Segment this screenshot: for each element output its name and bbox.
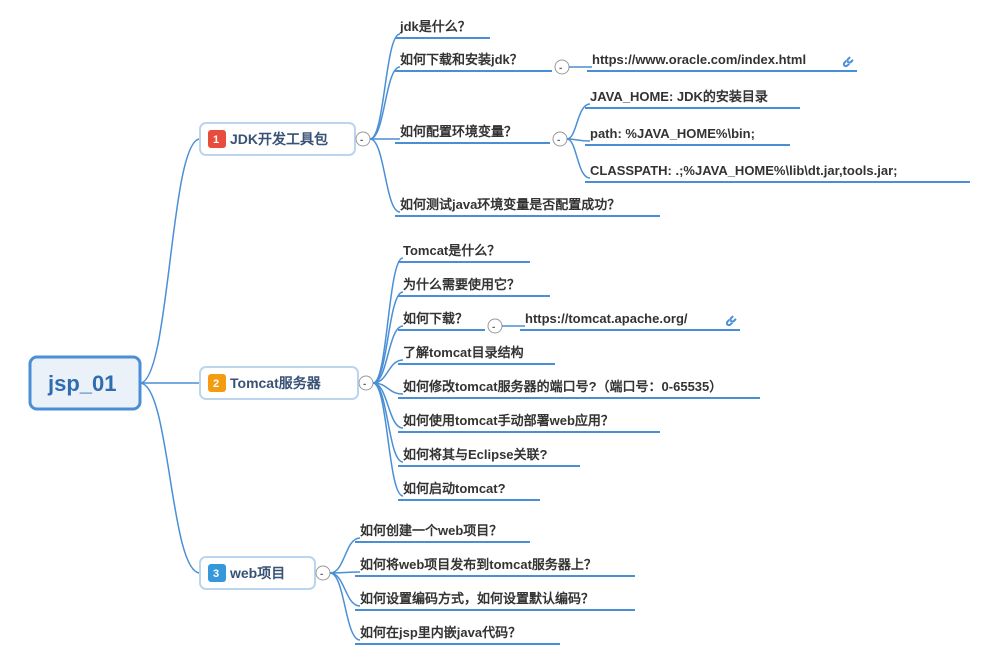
leaf[interactable]: 如何修改tomcat服务器的端口号?（端口号：0-65535） — [403, 379, 722, 394]
svg-text:-: - — [320, 569, 323, 580]
leaf[interactable]: 如何在jsp里内嵌java代码？ — [360, 625, 521, 640]
leaf-link[interactable]: https://tomcat.apache.org/ — [525, 311, 688, 326]
leaf[interactable]: 如何设置编码方式，如何设置默认编码？ — [360, 591, 594, 606]
svg-text:-: - — [492, 322, 495, 333]
badge-1-num: 1 — [213, 134, 219, 146]
link-icon — [725, 315, 737, 327]
svg-text:-: - — [360, 135, 363, 146]
leaf[interactable]: jdk是什么？ — [399, 19, 471, 34]
badge-3-num: 3 — [213, 568, 219, 580]
leaf[interactable]: 如何将web项目发布到tomcat服务器上？ — [360, 557, 597, 572]
leaf[interactable]: 为什么需要使用它？ — [403, 277, 520, 292]
badge-2-num: 2 — [213, 378, 219, 390]
leaf[interactable]: 如何启动tomcat? — [403, 481, 506, 496]
root-label: jsp_01 — [47, 371, 117, 396]
branch-2-label: Tomcat服务器 — [230, 375, 322, 391]
leaf[interactable]: CLASSPATH: .;%JAVA_HOME%\lib\dt.jar,tool… — [590, 163, 897, 178]
leaf[interactable]: 如何下载和安装jdk？ — [400, 52, 523, 67]
svg-text:-: - — [557, 135, 560, 146]
connector — [140, 383, 200, 573]
svg-text:-: - — [559, 63, 562, 74]
link-icon — [842, 56, 854, 68]
leaf[interactable]: 了解tomcat目录结构 — [403, 345, 524, 360]
branch-1-label: JDK开发工具包 — [230, 131, 328, 147]
leaf[interactable]: 如何将其与Eclipse关联? — [403, 447, 548, 462]
branch-3-label: web项目 — [229, 565, 285, 581]
leaf[interactable]: path: %JAVA_HOME%\bin; — [590, 126, 755, 141]
svg-text:-: - — [363, 379, 366, 390]
mindmap: jsp_01 1 JDK开发工具包 - jdk是什么？ 如何下载和安装jdk？ … — [0, 0, 986, 659]
leaf[interactable]: 如何配置环境变量？ — [400, 124, 517, 139]
leaf[interactable]: 如何创建一个web项目？ — [360, 523, 502, 538]
leaf[interactable]: 如何下载？ — [403, 311, 468, 326]
leaf[interactable]: JAVA_HOME: JDK的安装目录 — [590, 89, 768, 104]
connector — [140, 139, 200, 383]
leaf-link[interactable]: https://www.oracle.com/index.html — [592, 52, 806, 67]
leaf[interactable]: Tomcat是什么？ — [403, 243, 500, 258]
leaf[interactable]: 如何测试java环境变量是否配置成功？ — [400, 197, 620, 212]
leaf[interactable]: 如何使用tomcat手动部署web应用？ — [403, 413, 614, 428]
